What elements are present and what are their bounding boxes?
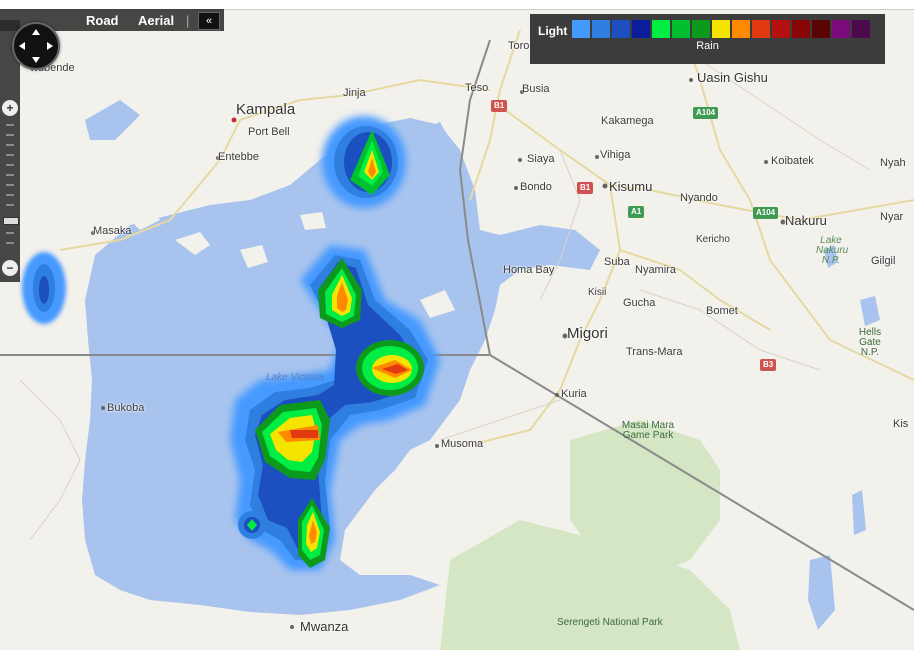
place-busia: Busia — [522, 83, 550, 95]
collapse-nav-button[interactable]: « — [198, 12, 220, 30]
legend-swatch — [672, 20, 690, 38]
zoom-slider-handle[interactable] — [3, 217, 19, 225]
zoom-tick — [6, 242, 14, 244]
zoom-tick — [6, 232, 14, 234]
compass-pan-control[interactable] — [12, 22, 60, 70]
legend-swatch — [852, 20, 870, 38]
place-gucha: Gucha — [623, 297, 656, 309]
place-entebbe: Entebbe — [218, 151, 259, 163]
place-nyah: Nyah — [880, 157, 906, 169]
legend-swatch — [712, 20, 730, 38]
place-bomet: Bomet — [706, 305, 738, 317]
place-musoma: Musoma — [441, 438, 484, 450]
legend-swatch — [612, 20, 630, 38]
map-type-separator: | — [186, 13, 190, 28]
road-shield-a104: A104 — [693, 107, 719, 119]
place-kericho: Kericho — [696, 234, 730, 245]
legend-swatch — [812, 20, 830, 38]
place-trans-mara: Trans-Mara — [626, 346, 683, 358]
zoom-out-button[interactable]: − — [2, 260, 18, 276]
legend-title: Light — [538, 24, 568, 38]
zoom-tick — [6, 204, 14, 206]
legend-swatch — [692, 20, 710, 38]
place-port-bell: Port Bell — [248, 126, 290, 138]
aerial-view-button[interactable]: Aerial — [138, 13, 174, 28]
rain-legend: Light Rain — [530, 14, 885, 64]
road-shield-b3: B3 — [760, 359, 777, 371]
place-lake-nakuru-np: Lake Nakuru N.P. — [816, 235, 849, 266]
zoom-tick — [6, 144, 14, 146]
legend-swatch — [832, 20, 850, 38]
place-kakamega: Kakamega — [601, 115, 654, 127]
place-bondo: Bondo — [520, 181, 552, 193]
place-migori: Migori — [567, 325, 608, 342]
legend-swatch — [732, 20, 750, 38]
legend-swatch — [792, 20, 810, 38]
place-nyar: Nyar — [880, 211, 904, 223]
map-canvas[interactable] — [0, 0, 914, 650]
place-kampala: Kampala — [236, 101, 296, 118]
place-lake-victoria: Lake Victoria — [266, 372, 324, 383]
place-koibatek: Koibatek — [771, 155, 814, 167]
place-tororo: Toro — [508, 40, 530, 52]
zoom-tick — [6, 184, 14, 186]
compass-arrows-icon — [19, 29, 53, 63]
place-nyando: Nyando — [680, 192, 718, 204]
place-suba: Suba — [604, 256, 630, 268]
road-shield-b1: B1 — [491, 100, 508, 112]
zoom-tick — [6, 164, 14, 166]
place-kisii: Kisii — [588, 287, 607, 298]
place-nakuru: Nakuru — [785, 213, 827, 228]
place-serengeti: Serengeti National Park — [557, 617, 663, 628]
road-shield-b1: B1 — [577, 182, 594, 194]
zoom-tick — [6, 124, 14, 126]
legend-swatch — [772, 20, 790, 38]
legend-subtitle: Rain — [696, 40, 719, 52]
zoom-in-button[interactable]: + — [2, 100, 18, 116]
road-shield-a104: A104 — [753, 207, 779, 219]
road-shield-a1: A1 — [628, 206, 645, 218]
legend-swatch — [592, 20, 610, 38]
place-vihiga: Vihiga — [600, 149, 631, 161]
place-siaya: Siaya — [527, 153, 555, 165]
zoom-tick — [6, 174, 14, 176]
zoom-tick — [6, 194, 14, 196]
zoom-tick — [6, 134, 14, 136]
legend-swatch — [752, 20, 770, 38]
legend-swatch — [572, 20, 590, 38]
legend-swatch — [652, 20, 670, 38]
place-masaka: Masaka — [93, 225, 132, 237]
place-homa-bay: Homa Bay — [503, 264, 555, 276]
road-view-button[interactable]: Road — [86, 13, 119, 28]
place-bukoba: Bukoba — [107, 402, 145, 414]
legend-swatch — [632, 20, 650, 38]
place-gilgil: Gilgil — [871, 255, 896, 267]
place-masai-mara: Masai Mara Game Park — [621, 420, 675, 441]
zoom-tick — [6, 154, 14, 156]
place-jinja: Jinja — [343, 87, 366, 99]
place-kisumu: Kisumu — [609, 179, 653, 194]
place-kis: Kis — [893, 418, 909, 430]
place-mwanza: Mwanza — [300, 619, 349, 634]
place-hells-gate-np: Hells Gate N.P. — [858, 327, 882, 358]
place-uasin-gishu: Uasin Gishu — [697, 70, 768, 85]
place-nyamira: Nyamira — [635, 264, 676, 276]
place-kuria: Kuria — [561, 388, 587, 400]
place-teso: Teso — [465, 82, 489, 94]
